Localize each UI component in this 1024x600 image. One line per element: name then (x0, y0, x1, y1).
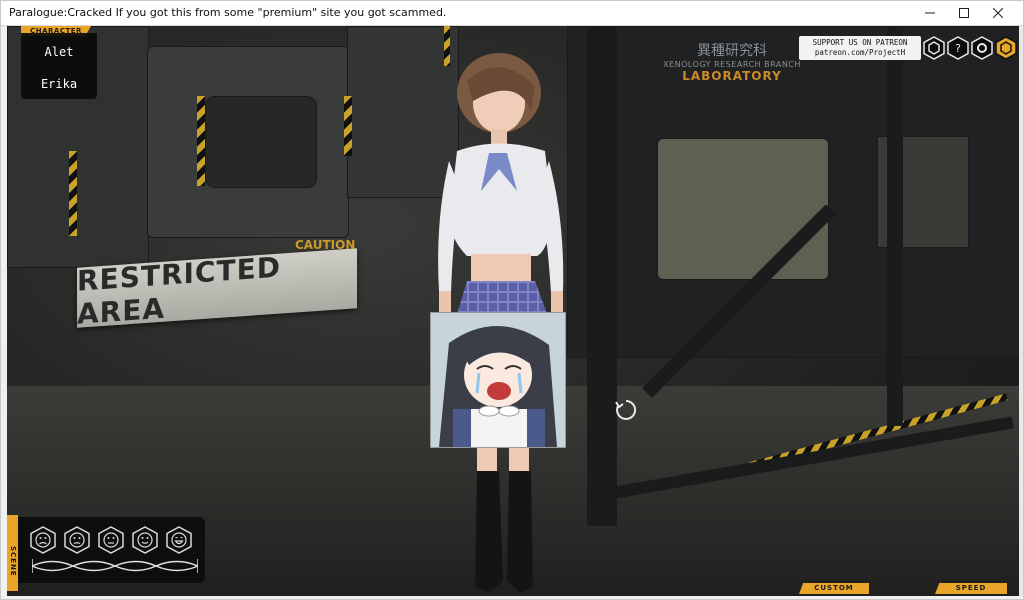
close-icon[interactable] (981, 1, 1015, 25)
crying-anime-girl-image (431, 313, 565, 447)
maximize-icon[interactable] (947, 1, 981, 25)
scene-label: SCENE (9, 546, 17, 577)
neutral-face-icon[interactable] (98, 526, 124, 554)
minimize-icon[interactable] (913, 1, 947, 25)
glass-frame (587, 26, 617, 526)
happy-face-icon[interactable] (166, 526, 192, 554)
hazard-stripe (344, 96, 352, 156)
gear-hex-icon[interactable] (971, 36, 993, 60)
custom-tab[interactable]: CUSTOM (799, 583, 869, 594)
patreon-line1: SUPPORT US ON PATREON (812, 38, 908, 47)
character-erika-button[interactable]: Erika (21, 77, 97, 91)
speed-tab[interactable]: SPEED (935, 583, 1007, 594)
lab-branch: XENOLOGY RESEARCH BRANCH (663, 60, 801, 69)
lab-name: LABORATORY (682, 69, 782, 83)
caution-text: CAUTION (295, 238, 356, 252)
svg-text:?: ? (955, 42, 961, 55)
character-alet-button[interactable]: Alet (21, 45, 97, 59)
intensity-slider[interactable] (32, 557, 198, 575)
laboratory-sign: 異種研究科 XENOLOGY RESEARCH BRANCH LABORATOR… (657, 40, 807, 83)
window-title: Paralogue:Cracked If you got this from s… (9, 6, 447, 19)
lab-kanji: 異種研究科 (697, 43, 767, 59)
game-window: Paralogue:Cracked If you got this from s… (0, 0, 1024, 600)
help-hex-icon[interactable]: ? (947, 36, 969, 60)
character-panel: Alet Erika (21, 33, 97, 99)
frown-face-icon[interactable] (64, 526, 90, 554)
title-bar: Paralogue:Cracked If you got this from s… (1, 1, 1023, 26)
gear-hex-active-icon[interactable] (995, 36, 1017, 60)
patreon-line2: patreon.com/ProjectH (814, 48, 906, 57)
emote-panel (18, 517, 205, 583)
loading-spinner-icon (615, 399, 637, 421)
lab-machine (657, 138, 829, 280)
hazard-stripe (69, 151, 77, 236)
door-hatch (205, 96, 317, 188)
game-scene[interactable]: RESTRICTED AREA CAUTION 異種研究科 XENOLOGY R… (7, 26, 1019, 596)
settings-hex-icon[interactable] (923, 36, 945, 60)
window-edge (1019, 26, 1023, 596)
sad-face-icon[interactable] (30, 526, 56, 554)
glass-frame (887, 26, 903, 426)
hazard-stripe (197, 96, 205, 186)
patreon-banner[interactable]: SUPPORT US ON PATREON patreon.com/Projec… (799, 36, 921, 60)
smile-face-icon[interactable] (132, 526, 158, 554)
